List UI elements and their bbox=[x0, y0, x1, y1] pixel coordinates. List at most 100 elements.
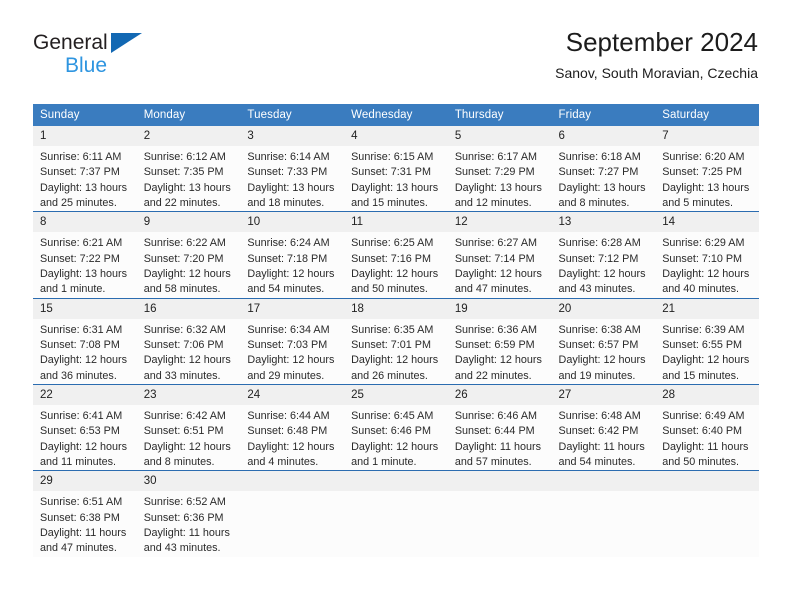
sunset-text: Sunset: 6:51 PM bbox=[143, 425, 224, 438]
day-number: 30 bbox=[136, 471, 241, 492]
daylight-text-line2: and 5 minutes. bbox=[662, 196, 734, 209]
weekday-header-tuesday: Tuesday bbox=[240, 104, 345, 126]
day-cell[interactable]: 8 Sunrise: 6:21 AM Sunset: 7:22 PM Daylight… bbox=[33, 211, 137, 299]
day-cell[interactable]: 23 Sunrise: 6:42 AM Sunset: 6:51 PM Dayligh… bbox=[136, 383, 241, 471]
sunset-text: Sunset: 7:12 PM bbox=[558, 252, 639, 265]
sunrise-text: Sunrise: 6:18 AM bbox=[558, 151, 641, 163]
day-cell[interactable]: 29 Sunrise: 6:51 AM Sunset: 6:38 PM Dayligh… bbox=[33, 470, 137, 557]
day-cell[interactable]: 25 Sunrise: 6:45 AM Sunset: 6:46 PM Dayligh… bbox=[344, 383, 448, 471]
daylight-text-line1: Daylight: 13 hours bbox=[558, 181, 646, 194]
day-cell[interactable]: 11 Sunrise: 6:25 AM Sunset: 7:16 PM Dayligh… bbox=[344, 211, 448, 299]
daylight-text-line1: Daylight: 13 hours bbox=[351, 181, 439, 194]
brand-text-blue: Blue bbox=[65, 54, 108, 77]
day-details: Sunrise: 6:35 AM Sunset: 7:01 PM Daylight:… bbox=[344, 319, 448, 384]
daylight-text-line2: and 18 minutes. bbox=[247, 196, 325, 209]
day-cell[interactable]: 5 Sunrise: 6:17 AM Sunset: 7:29 PM Daylight… bbox=[447, 126, 552, 212]
sunset-text: Sunset: 7:20 PM bbox=[143, 252, 224, 265]
sunset-text: Sunset: 6:44 PM bbox=[454, 425, 535, 438]
day-cell[interactable]: 19 Sunrise: 6:36 AM Sunset: 6:59 PM Dayligh… bbox=[447, 297, 552, 385]
daylight-text-line1: Daylight: 12 hours bbox=[143, 440, 231, 453]
day-cell[interactable]: 7 Sunrise: 6:20 AM Sunset: 7:25 PM Daylight… bbox=[655, 126, 759, 212]
daylight-text-line2: and 58 minutes. bbox=[143, 283, 221, 296]
daylight-text-line1: Daylight: 12 hours bbox=[143, 267, 231, 280]
sunrise-text: Sunrise: 6:32 AM bbox=[143, 323, 226, 336]
sunrise-text: Sunrise: 6:12 AM bbox=[143, 151, 226, 163]
day-details: Sunrise: 6:25 AM Sunset: 7:16 PM Daylight:… bbox=[344, 232, 448, 297]
daylight-text-line2: and 15 minutes. bbox=[351, 196, 428, 209]
daylight-text-line2: and 47 minutes. bbox=[40, 542, 117, 555]
daylight-text-line2: and 29 minutes. bbox=[247, 369, 325, 382]
day-details: Sunrise: 6:28 AM Sunset: 7:12 PM Daylight:… bbox=[552, 232, 656, 297]
day-cell[interactable]: 3 Sunrise: 6:14 AM Sunset: 7:33 PM Daylight… bbox=[240, 126, 345, 212]
day-cell[interactable]: 2 Sunrise: 6:12 AM Sunset: 7:35 PM Daylight… bbox=[136, 126, 241, 212]
day-number: 28 bbox=[655, 384, 759, 405]
day-cell[interactable]: 26 Sunrise: 6:46 AM Sunset: 6:44 PM Dayligh… bbox=[447, 383, 552, 471]
day-cell[interactable]: 10 Sunrise: 6:24 AM Sunset: 7:18 PM Dayligh… bbox=[240, 211, 345, 299]
day-cell[interactable]: 9 Sunrise: 6:22 AM Sunset: 7:20 PM Daylight… bbox=[136, 211, 241, 299]
daylight-text-line2: and 40 minutes. bbox=[662, 283, 740, 296]
day-cell[interactable]: 18 Sunrise: 6:35 AM Sunset: 7:01 PM Dayligh… bbox=[344, 297, 448, 385]
triangle-logo-icon bbox=[111, 33, 142, 53]
day-cell[interactable]: 14 Sunrise: 6:29 AM Sunset: 7:10 PM Dayligh… bbox=[655, 211, 759, 299]
day-cell[interactable]: 27 Sunrise: 6:48 AM Sunset: 6:42 PM Dayligh… bbox=[551, 383, 656, 471]
daylight-text-line2: and 43 minutes. bbox=[143, 542, 221, 555]
day-cell[interactable]: 15 Sunrise: 6:31 AM Sunset: 7:08 PM Dayligh… bbox=[33, 297, 137, 385]
sunset-text: Sunset: 6:53 PM bbox=[40, 425, 120, 438]
daylight-text-line2: and 26 minutes. bbox=[351, 369, 428, 382]
page-subtitle: Sanov, South Moravian, Czechia bbox=[555, 64, 758, 81]
day-cell[interactable]: 12 Sunrise: 6:27 AM Sunset: 7:14 PM Dayligh… bbox=[447, 211, 552, 299]
calendar-week-row: 22 Sunrise: 6:41 AM Sunset: 6:53 PM Dayligh… bbox=[33, 383, 759, 471]
general-blue-logo[interactable]: General Blue bbox=[33, 31, 142, 77]
sunrise-text: Sunrise: 6:25 AM bbox=[351, 237, 434, 250]
sunrise-text: Sunrise: 6:49 AM bbox=[662, 409, 745, 422]
day-number: 25 bbox=[344, 384, 448, 405]
sunrise-text: Sunrise: 6:34 AM bbox=[247, 323, 330, 336]
brand-text-general: General bbox=[33, 31, 108, 54]
sunrise-text: Sunrise: 6:52 AM bbox=[143, 496, 226, 509]
day-number: 12 bbox=[447, 212, 552, 233]
sunrise-text: Sunrise: 6:35 AM bbox=[351, 323, 434, 336]
daylight-text-line1: Daylight: 13 hours bbox=[40, 267, 128, 280]
day-cell[interactable]: 24 Sunrise: 6:44 AM Sunset: 6:48 PM Dayligh… bbox=[240, 383, 345, 471]
sunset-text: Sunset: 7:08 PM bbox=[40, 338, 120, 351]
day-cell[interactable]: 28 Sunrise: 6:49 AM Sunset: 6:40 PM Dayligh… bbox=[655, 383, 759, 471]
day-cell[interactable]: 16 Sunrise: 6:32 AM Sunset: 7:06 PM Dayligh… bbox=[136, 297, 241, 385]
day-number: 2 bbox=[136, 126, 241, 146]
day-details: Sunrise: 6:41 AM Sunset: 6:53 PM Daylight:… bbox=[33, 405, 137, 470]
day-number: 1 bbox=[33, 126, 137, 146]
calendar-week-row: 8 Sunrise: 6:21 AM Sunset: 7:22 PM Daylight… bbox=[33, 211, 759, 299]
sunrise-text: Sunrise: 6:45 AM bbox=[351, 409, 434, 422]
daylight-text-line2: and 22 minutes. bbox=[454, 369, 532, 382]
daylight-text-line1: Daylight: 13 hours bbox=[143, 181, 231, 194]
day-cell[interactable]: 21 Sunrise: 6:39 AM Sunset: 6:55 PM Dayligh… bbox=[655, 297, 759, 385]
sunset-text: Sunset: 7:27 PM bbox=[558, 166, 639, 179]
sunset-text: Sunset: 7:33 PM bbox=[247, 166, 328, 179]
daylight-text-line1: Daylight: 12 hours bbox=[40, 440, 128, 453]
day-cell[interactable]: 30 Sunrise: 6:52 AM Sunset: 6:36 PM Dayligh… bbox=[136, 470, 241, 557]
daylight-text-line1: Daylight: 12 hours bbox=[351, 267, 439, 280]
sunrise-text: Sunrise: 6:44 AM bbox=[247, 409, 330, 422]
sunrise-text: Sunrise: 6:14 AM bbox=[247, 151, 330, 163]
day-details: Sunrise: 6:52 AM Sunset: 6:36 PM Daylight:… bbox=[137, 491, 241, 556]
day-details: Sunrise: 6:34 AM Sunset: 7:03 PM Daylight:… bbox=[240, 319, 344, 384]
daylight-text-line2: and 43 minutes. bbox=[558, 283, 636, 296]
day-number: 22 bbox=[33, 384, 137, 405]
day-details: Sunrise: 6:44 AM Sunset: 6:48 PM Daylight:… bbox=[240, 405, 344, 470]
day-cell[interactable]: 13 Sunrise: 6:28 AM Sunset: 7:12 PM Dayligh… bbox=[551, 211, 656, 299]
sunrise-text: Sunrise: 6:31 AM bbox=[40, 323, 123, 336]
day-number: 10 bbox=[240, 212, 345, 233]
sunrise-text: Sunrise: 6:27 AM bbox=[454, 237, 538, 250]
sunrise-text: Sunrise: 6:24 AM bbox=[247, 237, 330, 250]
day-number: 14 bbox=[655, 212, 759, 233]
day-cell[interactable]: 1 Sunrise: 6:11 AM Sunset: 7:37 PM Daylight… bbox=[33, 126, 137, 212]
day-number: 17 bbox=[240, 298, 345, 319]
day-cell[interactable]: 20 Sunrise: 6:38 AM Sunset: 6:57 PM Dayligh… bbox=[551, 297, 656, 385]
day-number: 21 bbox=[655, 298, 759, 319]
day-cell[interactable]: 4 Sunrise: 6:15 AM Sunset: 7:31 PM Daylight… bbox=[344, 126, 448, 212]
daylight-text-line2: and 8 minutes. bbox=[143, 455, 215, 468]
day-cell[interactable]: 17 Sunrise: 6:34 AM Sunset: 7:03 PM Dayligh… bbox=[240, 297, 345, 385]
day-cell[interactable]: 6 Sunrise: 6:18 AM Sunset: 7:27 PM Daylight… bbox=[551, 126, 656, 212]
daylight-text-line2: and 15 minutes. bbox=[662, 369, 740, 382]
day-cell[interactable]: 22 Sunrise: 6:41 AM Sunset: 6:53 PM Dayligh… bbox=[33, 383, 137, 471]
daylight-text-line1: Daylight: 11 hours bbox=[662, 440, 749, 453]
